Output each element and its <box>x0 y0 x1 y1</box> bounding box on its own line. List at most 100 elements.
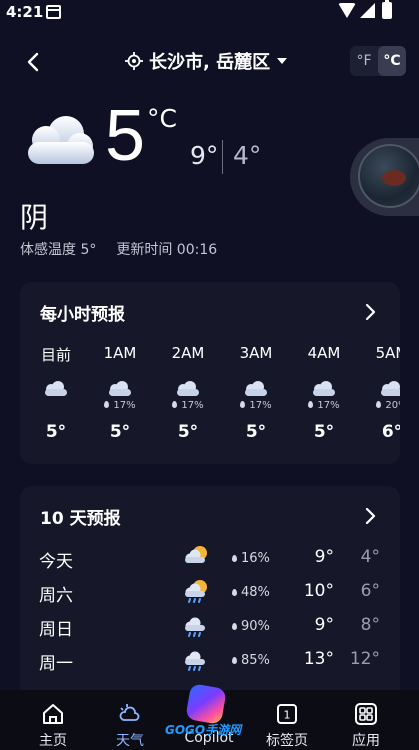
raindrop-icon <box>308 401 314 408</box>
hour-temperature: 5° <box>245 422 267 442</box>
calendar-icon <box>46 5 61 19</box>
caret-down-icon <box>277 58 288 64</box>
precipitation-chance: 17% <box>226 400 286 414</box>
nav-tabs[interactable]: 1 标签页 <box>252 690 322 750</box>
raindrop-icon <box>240 401 246 408</box>
hour-temperature: 5° <box>45 422 67 442</box>
day-low: 6° <box>360 581 380 601</box>
daily-forecast-card[interactable]: 10 天预报 今天 16% 9° 4° 周六 48% 10° 6° 周日 90% 9° 8° 周一 85%… <box>20 486 400 706</box>
back-button[interactable] <box>20 48 48 76</box>
apps-icon <box>355 703 377 725</box>
weather-condition: 阴 <box>20 201 49 234</box>
nav-label-tabs: 标签页 <box>266 733 308 749</box>
hourly-item: 4AM 17% 5° <box>294 344 354 442</box>
daily-row[interactable]: 周六 48% 10° 6° <box>20 576 400 610</box>
day-high: 9° <box>314 615 334 635</box>
cloud-icon <box>177 381 199 396</box>
unit-toggle[interactable]: °F °C <box>350 46 406 76</box>
weather-meta: 体感温度 5° 更新时间 00:16 <box>20 239 217 259</box>
nav-home[interactable]: 主页 <box>18 690 88 750</box>
location-selector[interactable]: 长沙市, 岳麓区 <box>125 47 288 75</box>
raindrop-icon <box>376 401 382 408</box>
precipitation-chance: 20% <box>362 400 400 414</box>
chevron-right-icon[interactable] <box>360 302 380 322</box>
cloud-icon <box>45 381 67 396</box>
day-name: 周一 <box>39 654 73 674</box>
hour-time: 2AM <box>171 344 205 362</box>
daily-row[interactable]: 今天 16% 9° 4° <box>20 542 400 576</box>
status-time: 4:21 <box>6 3 44 21</box>
precipitation-chance: 90% <box>232 619 270 634</box>
hourly-item: 目前 5° <box>26 344 86 442</box>
signal-icon <box>360 3 375 18</box>
daily-row[interactable]: 周一 85% 13° 12° <box>20 644 400 678</box>
current-temperature: 5 <box>105 96 146 176</box>
wifi-icon <box>338 3 356 18</box>
divider <box>222 140 223 174</box>
location-name: 长沙市, 岳麓区 <box>149 52 271 73</box>
copilot-icon[interactable] <box>185 683 227 725</box>
raindrop-icon <box>172 401 178 408</box>
precipitation-chance: 17% <box>158 400 218 414</box>
precipitation-chance: 17% <box>90 400 150 414</box>
nav-label-weather: 天气 <box>116 733 144 749</box>
battery-icon <box>382 0 392 19</box>
nav-apps[interactable]: 应用 <box>331 690 401 750</box>
daily-row[interactable]: 周日 90% 9° 8° <box>20 610 400 644</box>
raindrop-icon <box>232 623 237 630</box>
day-low: 12° <box>349 649 380 669</box>
precipitation-chance: 48% <box>232 585 270 600</box>
hour-time: 5AM <box>375 344 400 362</box>
high-temperature: 9° <box>190 141 219 170</box>
feels-like: 体感温度 5° <box>20 242 97 258</box>
hour-temperature: 6° <box>381 422 400 442</box>
precipitation-chance: 17% <box>294 400 354 414</box>
daily-title: 10 天预报 <box>40 509 121 529</box>
partly-cloudy-icon <box>185 546 207 563</box>
day-high: 10° <box>303 581 334 601</box>
rain-sun-icon <box>185 580 207 603</box>
day-name: 今天 <box>39 552 73 572</box>
precipitation-chance: 16% <box>232 551 270 566</box>
rain-icon <box>185 617 205 637</box>
rain-icon <box>185 651 205 671</box>
chevron-right-icon[interactable] <box>360 506 380 526</box>
hourly-item: 3AM 17% 5° <box>226 344 286 442</box>
hour-temperature: 5° <box>177 422 199 442</box>
cloud-icon <box>109 381 131 396</box>
precipitation-chance <box>26 400 86 414</box>
updated-time: 更新时间 00:16 <box>116 242 218 258</box>
cloud-icon <box>313 381 335 396</box>
day-high: 9° <box>314 547 334 567</box>
floating-bubble-widget[interactable] <box>350 138 419 216</box>
precipitation-chance: 85% <box>232 653 270 668</box>
raindrop-icon <box>104 401 110 408</box>
day-high: 13° <box>303 649 334 669</box>
raindrop-icon <box>232 589 237 596</box>
hour-time: 3AM <box>239 344 273 362</box>
raindrop-icon <box>232 555 237 562</box>
nav-label-home: 主页 <box>39 733 67 749</box>
cloud-icon <box>245 381 267 396</box>
hour-time: 目前 <box>40 346 71 364</box>
unit-celsius[interactable]: °C <box>378 46 406 76</box>
cloud-icon <box>28 116 94 164</box>
watermark: GOGO手游网 <box>165 723 242 737</box>
cloud-icon <box>381 381 400 396</box>
temperature-unit: °C <box>147 104 177 133</box>
low-temperature: 4° <box>233 141 262 170</box>
day-low: 8° <box>360 615 380 635</box>
weather-icon <box>119 704 140 721</box>
nav-label-apps: 应用 <box>352 733 380 749</box>
hourly-forecast-card[interactable]: 每小时预报 目前 5° 1AM 17% 5° 2AM 17% 5° 3AM 17% 5° 4AM 17%… <box>20 282 400 464</box>
hourly-item: 2AM 17% 5° <box>158 344 218 442</box>
raindrop-icon <box>232 657 237 664</box>
unit-fahrenheit[interactable]: °F <box>350 46 378 76</box>
tabs-count: 1 <box>284 709 291 722</box>
day-name: 周六 <box>39 586 73 606</box>
location-target-icon <box>125 52 143 70</box>
hourly-item: 1AM 17% 5° <box>90 344 150 442</box>
tabs-icon: 1 <box>277 704 297 724</box>
nav-weather[interactable]: 天气 <box>95 690 165 750</box>
chevron-left-icon <box>27 52 39 72</box>
